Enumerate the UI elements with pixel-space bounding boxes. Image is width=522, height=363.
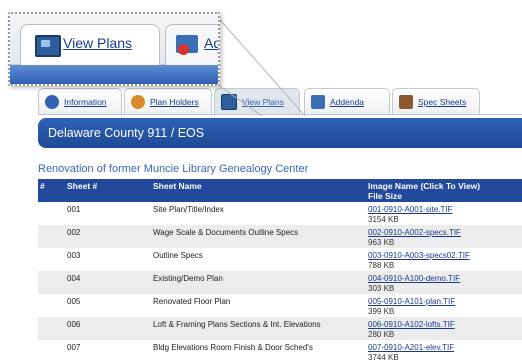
zoom-tab-view-plans[interactable]: View Plans xyxy=(20,24,160,67)
zoom-title-band xyxy=(10,65,218,84)
zoom-tab-addenda[interactable]: Add xyxy=(165,24,218,67)
addenda-icon xyxy=(176,35,198,55)
monitor-icon xyxy=(35,35,61,57)
magnified-callout: View Plans Add xyxy=(8,12,220,86)
zoom-tab-row: View Plans Add xyxy=(10,14,218,67)
zoom-tab-label: Add xyxy=(204,35,218,51)
zoom-tab-label: View Plans xyxy=(63,35,133,51)
